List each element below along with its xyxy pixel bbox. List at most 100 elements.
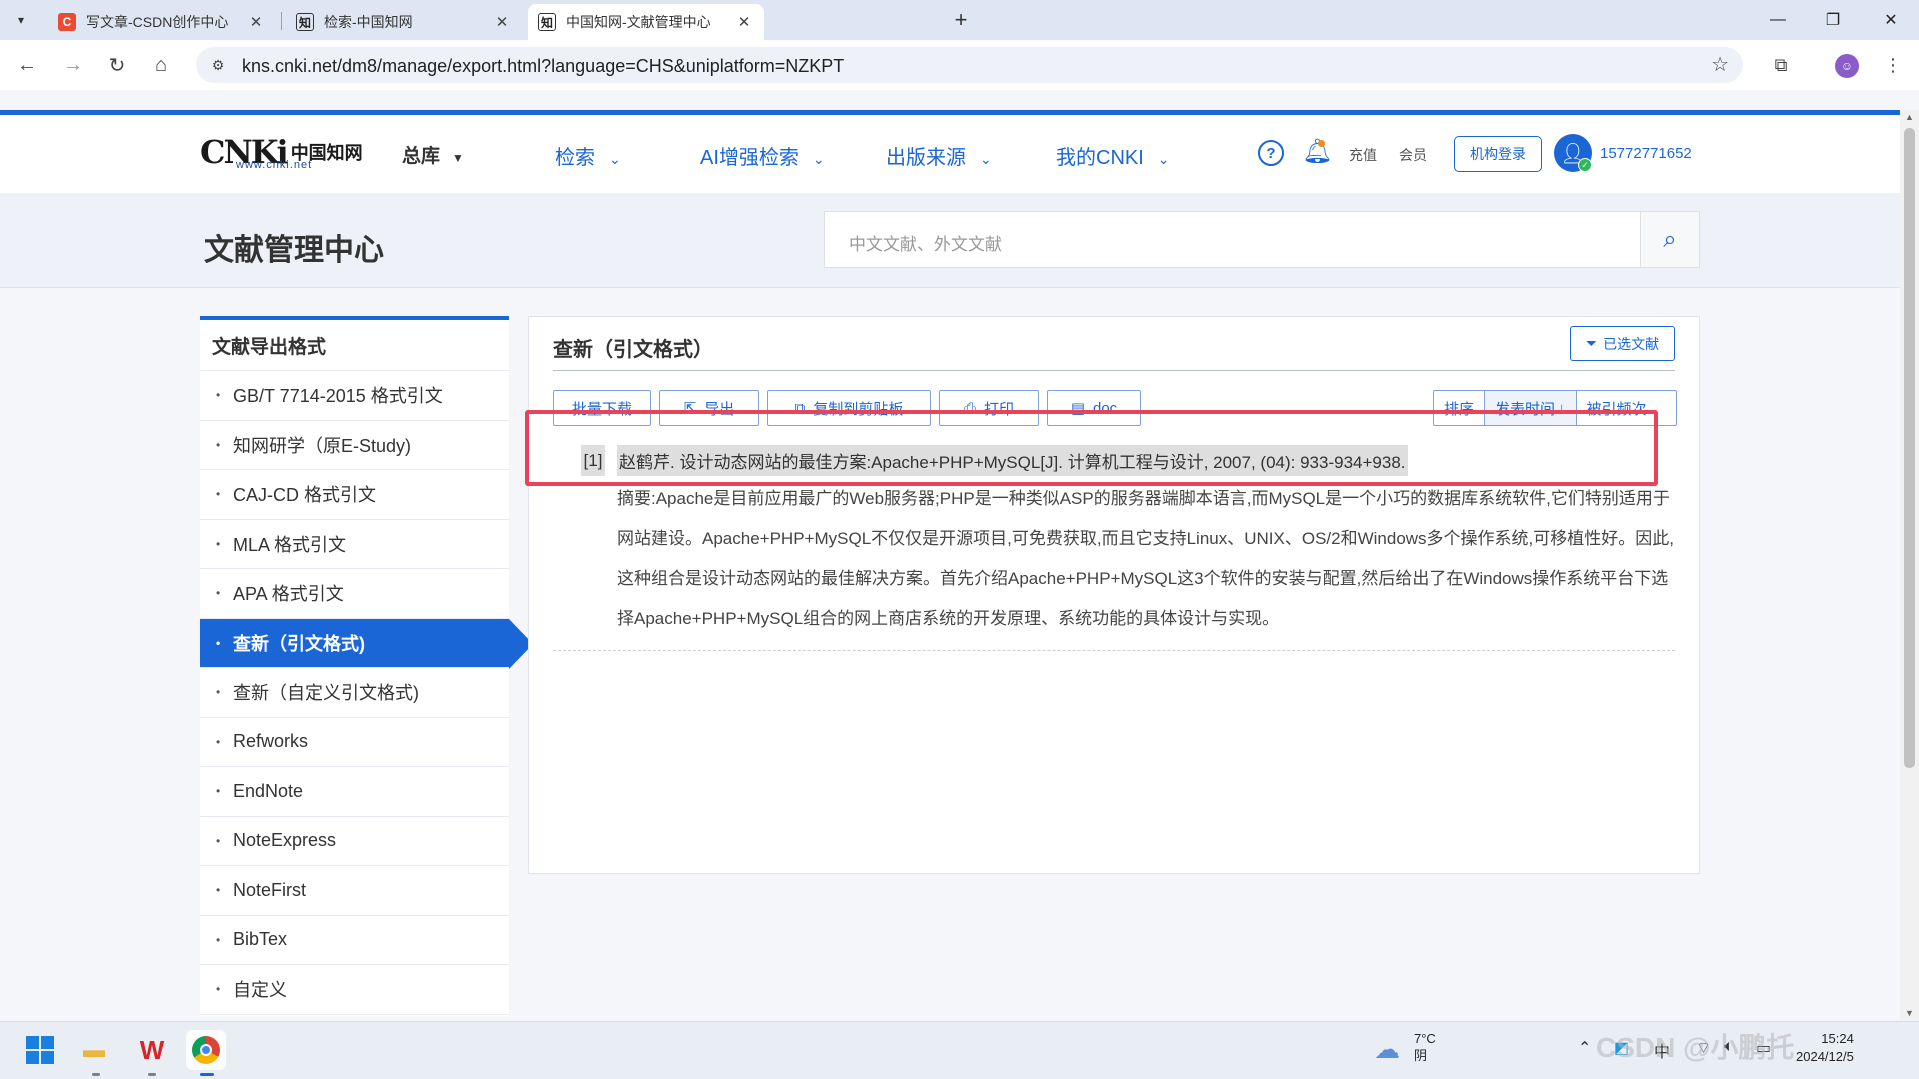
- file-explorer-icon[interactable]: ▬: [74, 1030, 114, 1070]
- url-text[interactable]: kns.cnki.net/dm8/manage/export.html?lang…: [242, 56, 844, 77]
- tab-title: 检索-中国知网: [324, 14, 413, 30]
- clock-date: 2024/12/5: [1796, 1049, 1854, 1064]
- nav-label: 出版来源: [886, 147, 966, 169]
- csdn-icon: C: [58, 13, 76, 31]
- browser-tab-bar: ▾ C 写文章-CSDN创作中心 ✕ 知 检索-中国知网 ✕ 知 中国知网-文献…: [0, 0, 1919, 40]
- verified-check-icon: ✓: [1578, 158, 1592, 172]
- citation-panel: 查新（引文格式） ⏷ 已选文献 批量下载 ⇱ 导出 ⧉ 复制到剪贴板 ⎙ 打印 …: [528, 316, 1700, 874]
- close-window-icon[interactable]: ✕: [1868, 0, 1914, 40]
- selected-docs-label: 已选文献: [1603, 335, 1660, 352]
- tray-overflow-icon[interactable]: ⌃: [1578, 1038, 1591, 1058]
- cnki-icon: 知: [538, 13, 556, 31]
- browser-menu-icon[interactable]: ⋮: [1880, 52, 1906, 78]
- weather-widget[interactable]: 7°C 阴: [1414, 1030, 1436, 1064]
- new-tab-icon[interactable]: +: [948, 8, 974, 34]
- chevron-down-icon: ⌄: [980, 151, 992, 167]
- cnki-icon: 知: [296, 13, 314, 31]
- minimize-icon[interactable]: —: [1755, 0, 1801, 40]
- sidebar-item-gbt7714[interactable]: GB/T 7714-2015 格式引文: [200, 371, 509, 421]
- export-format-sidebar: 文献导出格式 GB/T 7714-2015 格式引文 知网研学（原E-Study…: [200, 316, 509, 1016]
- member-link[interactable]: 会员: [1399, 145, 1427, 165]
- cloud-weather-icon[interactable]: ☁: [1374, 1034, 1400, 1065]
- nav-label: 我的CNKI: [1056, 147, 1144, 169]
- clock-time: 15:24: [1821, 1031, 1854, 1046]
- sidebar-item-novelty-citation[interactable]: 查新（引文格式): [200, 618, 509, 668]
- scrollbar-thumb[interactable]: [1904, 128, 1915, 768]
- windows-start-icon[interactable]: [20, 1030, 60, 1070]
- site-info-icon[interactable]: ⚙: [206, 53, 230, 77]
- nav-my-cnki[interactable]: 我的CNKI ⌄: [1056, 141, 1170, 170]
- sidebar-item-custom[interactable]: 自定义: [200, 965, 509, 1015]
- profile-avatar-icon[interactable]: ☺: [1835, 54, 1859, 78]
- bookmark-star-icon[interactable]: ☆: [1711, 52, 1729, 77]
- page-title: 文献管理中心: [204, 234, 384, 267]
- tab-list-dropdown-icon[interactable]: ▾: [8, 7, 34, 33]
- panel-divider: [553, 370, 1675, 371]
- sidebar-item-refworks[interactable]: Refworks: [200, 718, 509, 767]
- search-placeholder: 中文文献、外文文献: [849, 235, 1002, 254]
- notification-dot: [1318, 140, 1325, 147]
- weather-temp: 7°C: [1414, 1031, 1436, 1046]
- org-login-button[interactable]: 机构登录: [1454, 136, 1542, 172]
- scroll-up-icon[interactable]: ▲: [1904, 112, 1915, 122]
- browser-tab-cnki-search[interactable]: 知 检索-中国知网 ✕: [286, 4, 522, 40]
- search-input[interactable]: 中文文献、外文文献 ⌕: [824, 211, 1700, 268]
- library-selector[interactable]: 总库 ▼: [402, 141, 464, 168]
- close-tab-icon[interactable]: ✕: [246, 13, 266, 31]
- username[interactable]: 15772771652: [1600, 145, 1692, 162]
- reload-icon[interactable]: ↻: [104, 52, 130, 78]
- selected-docs-button[interactable]: ⏷ 已选文献: [1570, 326, 1675, 361]
- sidebar-item-endnote[interactable]: EndNote: [200, 767, 509, 817]
- restore-icon[interactable]: ❐: [1810, 0, 1856, 40]
- sidebar-item-bibtex[interactable]: BibTex: [200, 916, 509, 965]
- close-tab-icon[interactable]: ✕: [492, 13, 512, 31]
- running-indicator: [148, 1073, 156, 1076]
- chrome-icon[interactable]: [186, 1030, 226, 1070]
- address-bar-row: ← → ↻ ⌂ ⚙ kns.cnki.net/dm8/manage/export…: [0, 40, 1919, 90]
- page-scrollbar[interactable]: ▲ ▼: [1900, 110, 1919, 1020]
- extensions-icon[interactable]: ⧉: [1768, 52, 1794, 78]
- record-abstract: 摘要:Apache是目前应用最广的Web服务器;PHP是一种类似ASP的服务器端…: [617, 489, 1674, 628]
- scroll-down-icon[interactable]: ▼: [1904, 1008, 1915, 1018]
- logo-domain: www.cnki.net: [236, 159, 313, 171]
- library-selector-label: 总库: [402, 146, 441, 167]
- search-icon[interactable]: ⌕: [1640, 212, 1699, 267]
- sidebar-item-notefirst[interactable]: NoteFirst: [200, 866, 509, 916]
- back-icon[interactable]: ←: [14, 52, 40, 78]
- cnki-logo[interactable]: CNKi 中国知网 www.cnki.net: [200, 132, 363, 172]
- browser-tab-cnki-manage[interactable]: 知 中国知网-文献管理中心 ✕: [528, 4, 764, 40]
- sidebar-item-cajcd[interactable]: CAJ-CD 格式引文: [200, 470, 509, 520]
- sidebar-item-novelty-custom[interactable]: 查新（自定义引文格式): [200, 668, 509, 718]
- system-clock[interactable]: 15:24 2024/12/5: [1796, 1030, 1854, 1066]
- browser-tab-csdn[interactable]: C 写文章-CSDN创作中心 ✕: [48, 4, 276, 40]
- nav-publication-source[interactable]: 出版来源 ⌄: [886, 141, 992, 170]
- filter-icon: ⏷: [1585, 335, 1598, 351]
- tab-title: 中国知网-文献管理中心: [566, 14, 711, 30]
- chevron-down-icon: ⌄: [609, 151, 621, 167]
- record-divider: [553, 650, 1675, 651]
- sidebar-item-apa[interactable]: APA 格式引文: [200, 569, 509, 619]
- panel-title: 查新（引文格式）: [553, 339, 713, 361]
- forward-icon[interactable]: →: [60, 52, 86, 78]
- nav-label: AI增强检索: [700, 147, 799, 169]
- annotation-highlight-box: [525, 410, 1658, 486]
- sidebar-item-mla[interactable]: MLA 格式引文: [200, 520, 509, 569]
- chevron-down-icon: ⌄: [812, 151, 825, 167]
- active-indicator: [200, 1073, 214, 1076]
- caret-down-icon: ▼: [452, 151, 464, 165]
- running-indicator: [92, 1073, 100, 1076]
- help-icon[interactable]: ?: [1258, 140, 1284, 166]
- nav-ai-search[interactable]: AI增强检索 ⌄: [700, 141, 825, 170]
- csdn-watermark: CSDN @小鹏托: [1596, 1032, 1795, 1063]
- tab-separator: [281, 12, 282, 30]
- wps-office-icon[interactable]: W: [132, 1030, 172, 1070]
- sidebar-item-noteexpress[interactable]: NoteExpress: [200, 817, 509, 866]
- recharge-link[interactable]: 充值: [1349, 145, 1377, 165]
- tab-title: 写文章-CSDN创作中心: [86, 14, 229, 30]
- close-tab-icon[interactable]: ✕: [734, 13, 754, 31]
- home-icon[interactable]: ⌂: [148, 52, 174, 78]
- sidebar-item-estudy[interactable]: 知网研学（原E-Study): [200, 421, 509, 470]
- nav-search[interactable]: 检索 ⌄: [555, 141, 621, 170]
- url-field[interactable]: ⚙ kns.cnki.net/dm8/manage/export.html?la…: [196, 47, 1743, 83]
- weather-desc: 阴: [1414, 1048, 1428, 1063]
